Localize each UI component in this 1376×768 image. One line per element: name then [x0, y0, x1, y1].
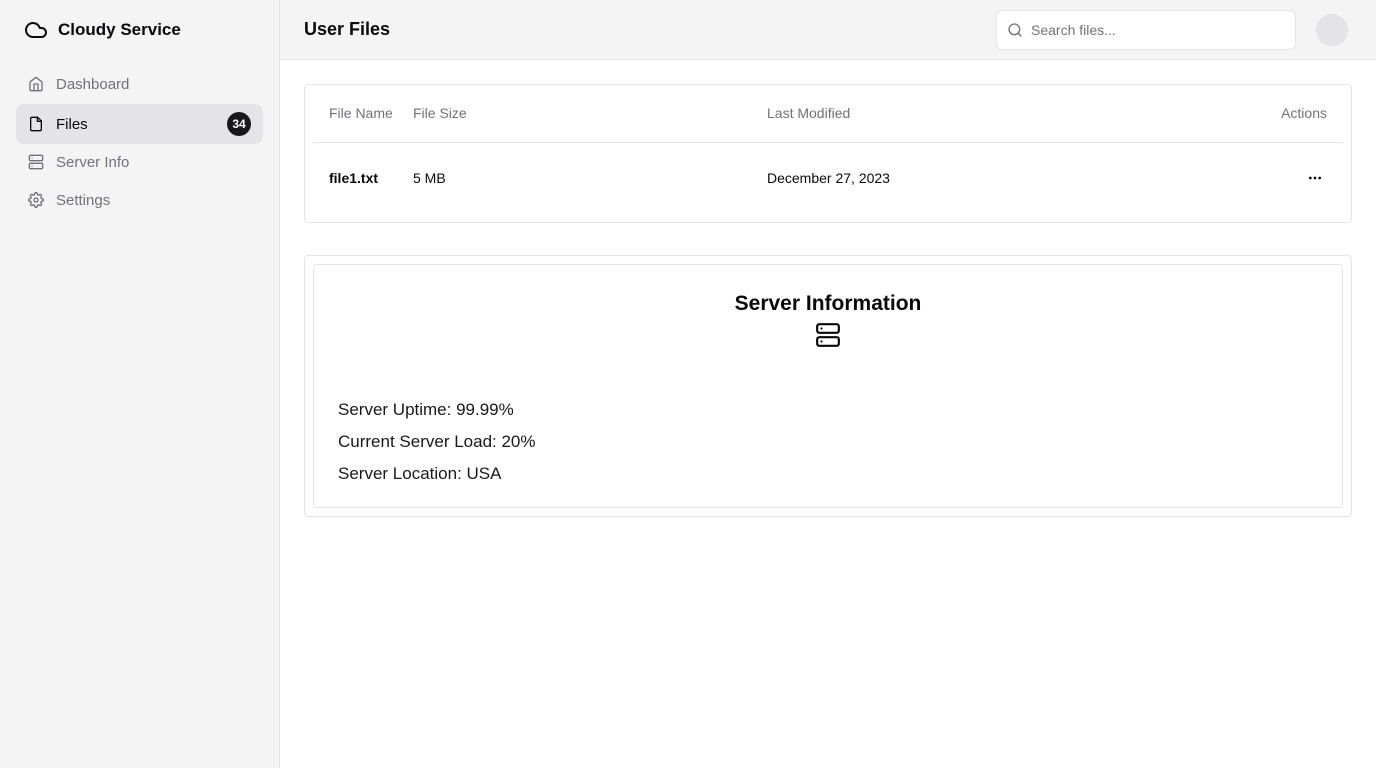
sidebar-item-label: Files	[56, 115, 88, 133]
column-header-last-modified[interactable]: Last Modified	[767, 85, 1203, 143]
sidebar: Cloudy Service Dashboard Files 34 Server…	[0, 0, 280, 768]
avatar[interactable]	[1316, 13, 1348, 46]
file-size-cell: 5 MB	[413, 170, 446, 187]
page-title: User Files	[304, 19, 391, 39]
topbar: User Files	[280, 0, 1376, 60]
main: User Files File Name File	[280, 0, 1376, 768]
server-info-header: Server Information	[338, 289, 1318, 348]
files-table: File Name File Size Last Modified Action…	[313, 85, 1343, 214]
search-input[interactable]	[1031, 21, 1285, 38]
last-modified-cell: December 27, 2023	[767, 170, 890, 187]
sidebar-item-settings[interactable]: Settings	[16, 182, 263, 218]
table-header-row: File Name File Size Last Modified Action…	[313, 85, 1343, 143]
row-actions-button[interactable]	[1299, 162, 1331, 194]
server-icon	[815, 322, 841, 348]
server-info-panel: Server Information Server Uptime: 99.99%	[304, 255, 1352, 517]
server-load: Current Server Load: 20%	[338, 432, 536, 451]
app: Cloudy Service Dashboard Files 34 Server…	[0, 0, 1376, 768]
file-name-cell[interactable]: file1.txt	[313, 142, 413, 214]
sidebar-item-server-info[interactable]: Server Info	[16, 144, 263, 180]
sidebar-item-label: Dashboard	[56, 75, 130, 93]
more-horizontal-icon	[1307, 170, 1323, 186]
column-header-actions: Actions	[1203, 85, 1343, 143]
server-stats: Server Uptime: 99.99% Current Server Loa…	[338, 394, 1318, 490]
actions-cell	[1203, 142, 1343, 214]
file-icon	[28, 116, 44, 132]
column-header-file-name[interactable]: File Name	[313, 85, 413, 143]
sidebar-item-label: Server Info	[56, 153, 130, 171]
table-row[interactable]: file1.txt 5 MB December 27, 2023	[313, 142, 1343, 214]
brand[interactable]: Cloudy Service	[0, 0, 279, 60]
home-icon	[28, 76, 44, 92]
server-location: Server Location: USA	[338, 464, 502, 483]
sidebar-item-label: Settings	[56, 191, 111, 209]
files-count-badge: 34	[227, 112, 251, 136]
gear-icon	[28, 192, 44, 208]
column-header-file-size[interactable]: File Size	[413, 85, 767, 143]
server-uptime: Server Uptime: 99.99%	[338, 400, 514, 419]
sidebar-nav: Dashboard Files 34 Server Info Settings	[0, 66, 279, 218]
files-table-card: File Name File Size Last Modified Action…	[304, 84, 1352, 223]
content: File Name File Size Last Modified Action…	[280, 60, 1376, 541]
brand-name: Cloudy Service	[58, 20, 181, 39]
sidebar-item-files[interactable]: Files 34	[16, 104, 263, 144]
cloud-icon	[24, 18, 48, 42]
server-info-card: Server Information Server Uptime: 99.99%	[313, 264, 1343, 508]
search-box[interactable]	[996, 9, 1296, 50]
sidebar-item-dashboard[interactable]: Dashboard	[16, 66, 263, 102]
server-icon	[28, 154, 44, 170]
server-info-title: Server Information	[734, 292, 922, 315]
search-icon	[1007, 22, 1023, 38]
